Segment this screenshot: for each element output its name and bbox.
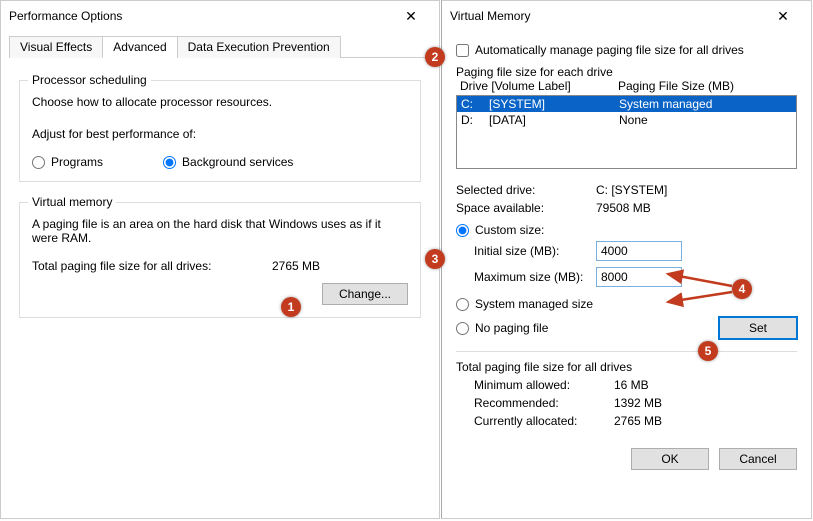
max-label: Maximum size (MB): (474, 270, 596, 284)
annotation-4: 4 (732, 279, 752, 299)
close-icon[interactable]: ✕ (763, 8, 803, 25)
total-value: 2765 MB (272, 259, 320, 273)
space-label: Space available: (456, 201, 596, 215)
annotation-5: 5 (698, 341, 718, 361)
close-icon[interactable]: ✕ (391, 8, 431, 25)
group-title: Processor scheduling (28, 73, 151, 87)
totals-section: Total paging file size for all drives Mi… (456, 351, 797, 428)
annotation-1: 1 (281, 297, 301, 317)
window-title: Performance Options (9, 9, 122, 23)
selected-drive-value: C: [SYSTEM] (596, 183, 667, 197)
processor-scheduling-group: Processor scheduling Choose how to alloc… (19, 80, 421, 182)
total-label: Total paging file size for all drives: (32, 259, 272, 273)
drive-row-c[interactable]: C: [SYSTEM] System managed (457, 96, 796, 112)
radio-no-paging[interactable]: No paging file (456, 321, 548, 335)
radio-custom-size[interactable]: Custom size: (456, 223, 797, 237)
performance-options-window: Performance Options ✕ Visual Effects Adv… (0, 0, 440, 519)
dialog-buttons: OK Cancel (442, 438, 811, 480)
titlebar-left: Performance Options ✕ (1, 1, 439, 31)
ok-button[interactable]: OK (631, 448, 709, 470)
vm-desc: A paging file is an area on the hard dis… (32, 217, 408, 245)
adjust-label: Adjust for best performance of: (32, 127, 408, 141)
space-value: 79508 MB (596, 201, 651, 215)
drive-list-label: Paging file size for each drive (456, 65, 797, 79)
virtual-memory-window: Virtual Memory ✕ Automatically manage pa… (441, 0, 812, 519)
radio-no-paging-input[interactable] (456, 322, 469, 335)
group-title: Virtual memory (28, 195, 116, 209)
tab-visual-effects[interactable]: Visual Effects (9, 36, 103, 58)
radio-programs[interactable]: Programs (32, 155, 103, 169)
sched-desc: Choose how to allocate processor resourc… (32, 95, 408, 109)
radio-custom-input[interactable] (456, 224, 469, 237)
radio-system-managed-input[interactable] (456, 298, 469, 311)
virtual-memory-group: Virtual memory A paging file is an area … (19, 202, 421, 318)
tabs: Visual Effects Advanced Data Execution P… (9, 35, 431, 58)
initial-label: Initial size (MB): (474, 244, 596, 258)
drive-list-header: Drive [Volume Label] Paging File Size (M… (456, 79, 797, 93)
titlebar-right: Virtual Memory ✕ (442, 1, 811, 31)
totals-title: Total paging file size for all drives (456, 360, 797, 374)
drive-row-d[interactable]: D: [DATA] None (457, 112, 796, 128)
drive-list[interactable]: C: [SYSTEM] System managed D: [DATA] Non… (456, 95, 797, 169)
selected-drive-label: Selected drive: (456, 183, 596, 197)
tab-dep[interactable]: Data Execution Prevention (177, 36, 341, 58)
set-button[interactable]: Set (719, 317, 797, 339)
window-title: Virtual Memory (450, 9, 530, 23)
radio-programs-input[interactable] (32, 156, 45, 169)
change-button[interactable]: Change... (322, 283, 408, 305)
annotation-2: 2 (425, 47, 445, 67)
initial-size-input[interactable] (596, 241, 682, 261)
auto-manage-checkbox[interactable]: Automatically manage paging file size fo… (456, 43, 797, 57)
max-size-input[interactable] (596, 267, 682, 287)
tab-content: Processor scheduling Choose how to alloc… (1, 58, 439, 328)
annotation-3: 3 (425, 249, 445, 269)
radio-background[interactable]: Background services (163, 155, 293, 169)
cancel-button[interactable]: Cancel (719, 448, 797, 470)
radio-background-input[interactable] (163, 156, 176, 169)
tab-advanced[interactable]: Advanced (102, 36, 177, 58)
auto-manage-input[interactable] (456, 44, 469, 57)
radio-system-managed[interactable]: System managed size (456, 297, 797, 311)
